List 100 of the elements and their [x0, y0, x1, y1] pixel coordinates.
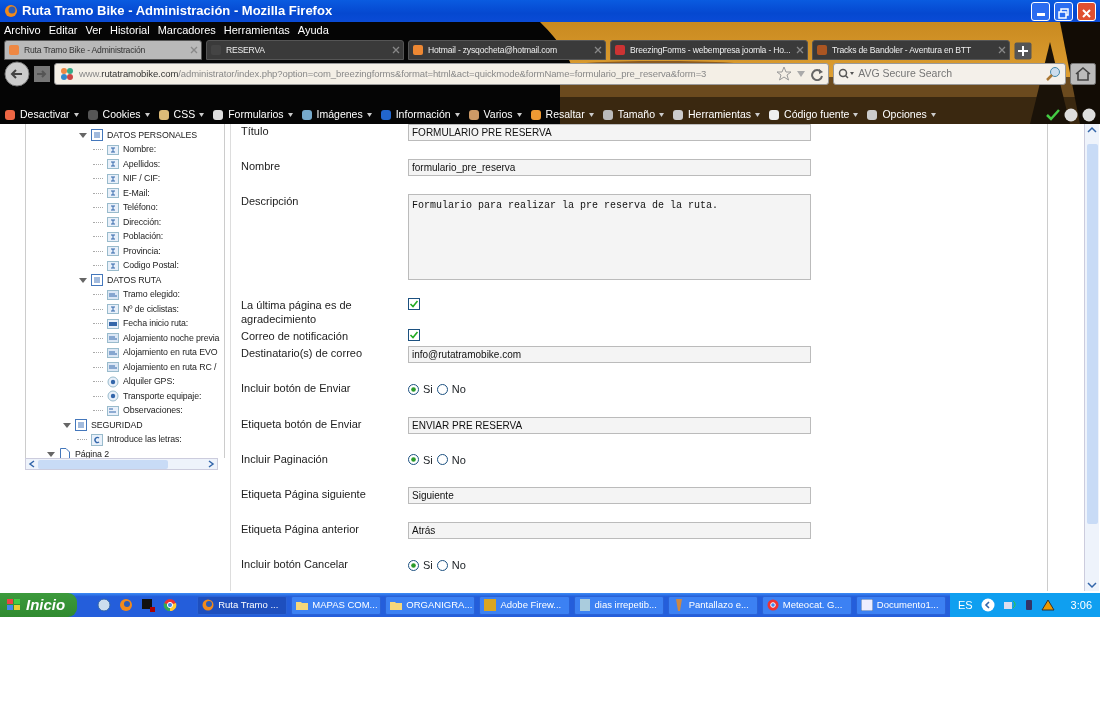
toolbar-menu[interactable]: Resaltar: [529, 107, 594, 123]
app-icon[interactable]: [141, 598, 156, 612]
close-icon[interactable]: [998, 46, 1006, 54]
tree-item[interactable]: Teléfono:: [123, 201, 158, 215]
horizontal-scrollbar[interactable]: [25, 458, 218, 470]
tree-item[interactable]: Nombre:: [123, 143, 157, 157]
close-icon[interactable]: [594, 46, 602, 54]
address-bar[interactable]: www.rutatramobike.com/administrator/index.php?option=com_breezingforms&format=html&act=quickmode&formName=formulario_pre_reserva&form=3: [54, 63, 830, 85]
tray-app-icon[interactable]: [1040, 599, 1055, 611]
textarea-field[interactable]: Formulario para realizar la pre reserva de la ruta.: [408, 194, 811, 280]
radio-button[interactable]: [408, 559, 419, 571]
text-field[interactable]: Siguiente: [408, 487, 811, 504]
tree-item[interactable]: Apellidos:: [123, 157, 161, 171]
toolbar-menu[interactable]: Imágenes: [300, 107, 372, 123]
text-field[interactable]: Atrás: [408, 522, 811, 539]
star-icon[interactable]: [776, 66, 793, 82]
tree-item[interactable]: NIF / CIF:: [123, 172, 161, 186]
taskbar-button[interactable]: Ruta Tramo ...: [197, 595, 288, 615]
toolbar-menu[interactable]: Varios: [467, 107, 522, 123]
tree-item[interactable]: Provincia:: [123, 244, 161, 258]
radio-button[interactable]: [436, 559, 448, 571]
restore-button[interactable]: [1054, 1, 1073, 21]
tree-item[interactable]: E-Mail:: [123, 186, 150, 200]
toolbar-menu[interactable]: Formularios: [212, 107, 293, 123]
checkbox[interactable]: [408, 298, 420, 310]
reload-icon[interactable]: [810, 67, 825, 81]
search-bar[interactable]: AVG Secure Search: [833, 63, 1066, 85]
expand-tray-icon[interactable]: [980, 598, 995, 612]
minimize-button[interactable]: [1031, 1, 1050, 21]
home-button[interactable]: [1070, 63, 1096, 85]
forward-button[interactable]: [34, 65, 50, 83]
taskbar-button[interactable]: dias irrepetib...: [573, 595, 664, 615]
text-field[interactable]: info@rutatramobike.com: [408, 346, 811, 363]
toolbar-menu[interactable]: Desactivar: [4, 107, 79, 123]
tree-item[interactable]: Alojamiento noche previa: [123, 331, 220, 345]
taskbar-button[interactable]: MAPAS COM...: [291, 595, 382, 615]
browser-tab[interactable]: Hotmail - zysqocheta@hotmail.com: [408, 40, 606, 60]
radio-button[interactable]: [408, 454, 419, 466]
browser-tab[interactable]: Ruta Tramo Bike - Administración: [4, 40, 202, 60]
chrome-icon[interactable]: [163, 598, 178, 612]
tree-item[interactable]: Dirección:: [123, 215, 162, 229]
radio-button[interactable]: [408, 383, 419, 395]
tree-item[interactable]: Página 2: [75, 447, 109, 458]
tree-item[interactable]: Observaciones:: [123, 404, 183, 418]
taskbar-button[interactable]: Pantallazo e...: [667, 595, 758, 615]
taskbar-button[interactable]: Adobe Firew...: [479, 595, 570, 615]
menu-item[interactable]: Ayuda: [297, 22, 329, 38]
vertical-scrollbar[interactable]: [1084, 124, 1099, 591]
radio-button[interactable]: [436, 454, 448, 466]
toolbar-menu[interactable]: Código fuente: [768, 107, 859, 123]
checkbox[interactable]: [408, 329, 420, 341]
browser-tab[interactable]: BreezingForms - webempresa joomla - Ho...: [610, 40, 808, 60]
magnifier-icon[interactable]: [1045, 66, 1061, 82]
tree-item[interactable]: SEGURIDAD: [91, 418, 143, 432]
toolbar-menu[interactable]: Tamaño: [601, 107, 664, 123]
menu-item[interactable]: Historial: [109, 22, 150, 38]
taskbar-button[interactable]: ORGANIGRA...: [385, 595, 476, 615]
start-button[interactable]: Inicio: [0, 593, 78, 617]
close-button[interactable]: [1077, 1, 1096, 21]
tree-item[interactable]: DATOS PERSONALES: [107, 128, 197, 142]
tree-item[interactable]: Transporte equipaje:: [123, 389, 202, 403]
menu-item[interactable]: Marcadores: [157, 22, 216, 38]
tree-item[interactable]: DATOS RUTA: [107, 273, 162, 287]
tree-item[interactable]: Nº de ciclistas:: [123, 302, 179, 316]
toolbar-menu[interactable]: Herramientas: [672, 107, 761, 123]
radio-button[interactable]: [436, 383, 448, 395]
browser-icon[interactable]: [97, 598, 112, 612]
option-label[interactable]: Si: [423, 557, 433, 574]
tree-item[interactable]: Alquiler GPS:: [123, 375, 175, 389]
close-icon[interactable]: [392, 46, 400, 54]
back-button[interactable]: [4, 61, 30, 87]
option-label[interactable]: No: [451, 557, 466, 574]
scroll-down-icon[interactable]: [1086, 579, 1098, 591]
toolbar-menu[interactable]: Cookies: [86, 107, 150, 123]
option-label[interactable]: Si: [423, 381, 433, 398]
text-field[interactable]: FORMULARIO PRE RESERVA: [408, 124, 811, 141]
browser-tab[interactable]: Tracks de Bandoler - Aventura en BTT: [812, 40, 1010, 60]
taskbar-button[interactable]: Meteocat. G...: [761, 595, 852, 615]
tree-item[interactable]: Codigo Postal:: [123, 259, 179, 273]
menu-item[interactable]: Ver: [85, 22, 102, 38]
tree-item[interactable]: Fecha inicio ruta:: [123, 317, 189, 331]
tree-item[interactable]: Población:: [123, 230, 164, 244]
taskbar-button[interactable]: Documento1...: [855, 595, 946, 615]
search-input[interactable]: AVG Secure Search: [858, 66, 1041, 82]
text-field[interactable]: formulario_pre_reserva: [408, 159, 811, 176]
battery-icon[interactable]: [1024, 599, 1033, 611]
tree-item[interactable]: Alojamiento en ruta RC /: [123, 360, 217, 374]
menu-item[interactable]: Editar: [48, 22, 78, 38]
menu-item[interactable]: Herramientas: [223, 22, 290, 38]
toolbar-menu[interactable]: CSS: [157, 107, 205, 123]
browser-tab[interactable]: RESERVA: [206, 40, 404, 60]
firefox-icon[interactable]: [119, 598, 134, 612]
tree-item[interactable]: Tramo elegido:: [123, 288, 180, 302]
option-label[interactable]: Si: [423, 451, 433, 468]
menu-item[interactable]: Archivo: [4, 22, 41, 38]
tree-item[interactable]: Introduce las letras:: [107, 433, 182, 447]
close-icon[interactable]: [796, 46, 804, 54]
toolbar-menu[interactable]: Opciones: [866, 107, 936, 123]
tree-item[interactable]: Alojamiento en ruta EVO: [123, 346, 218, 360]
option-label[interactable]: No: [451, 451, 466, 468]
